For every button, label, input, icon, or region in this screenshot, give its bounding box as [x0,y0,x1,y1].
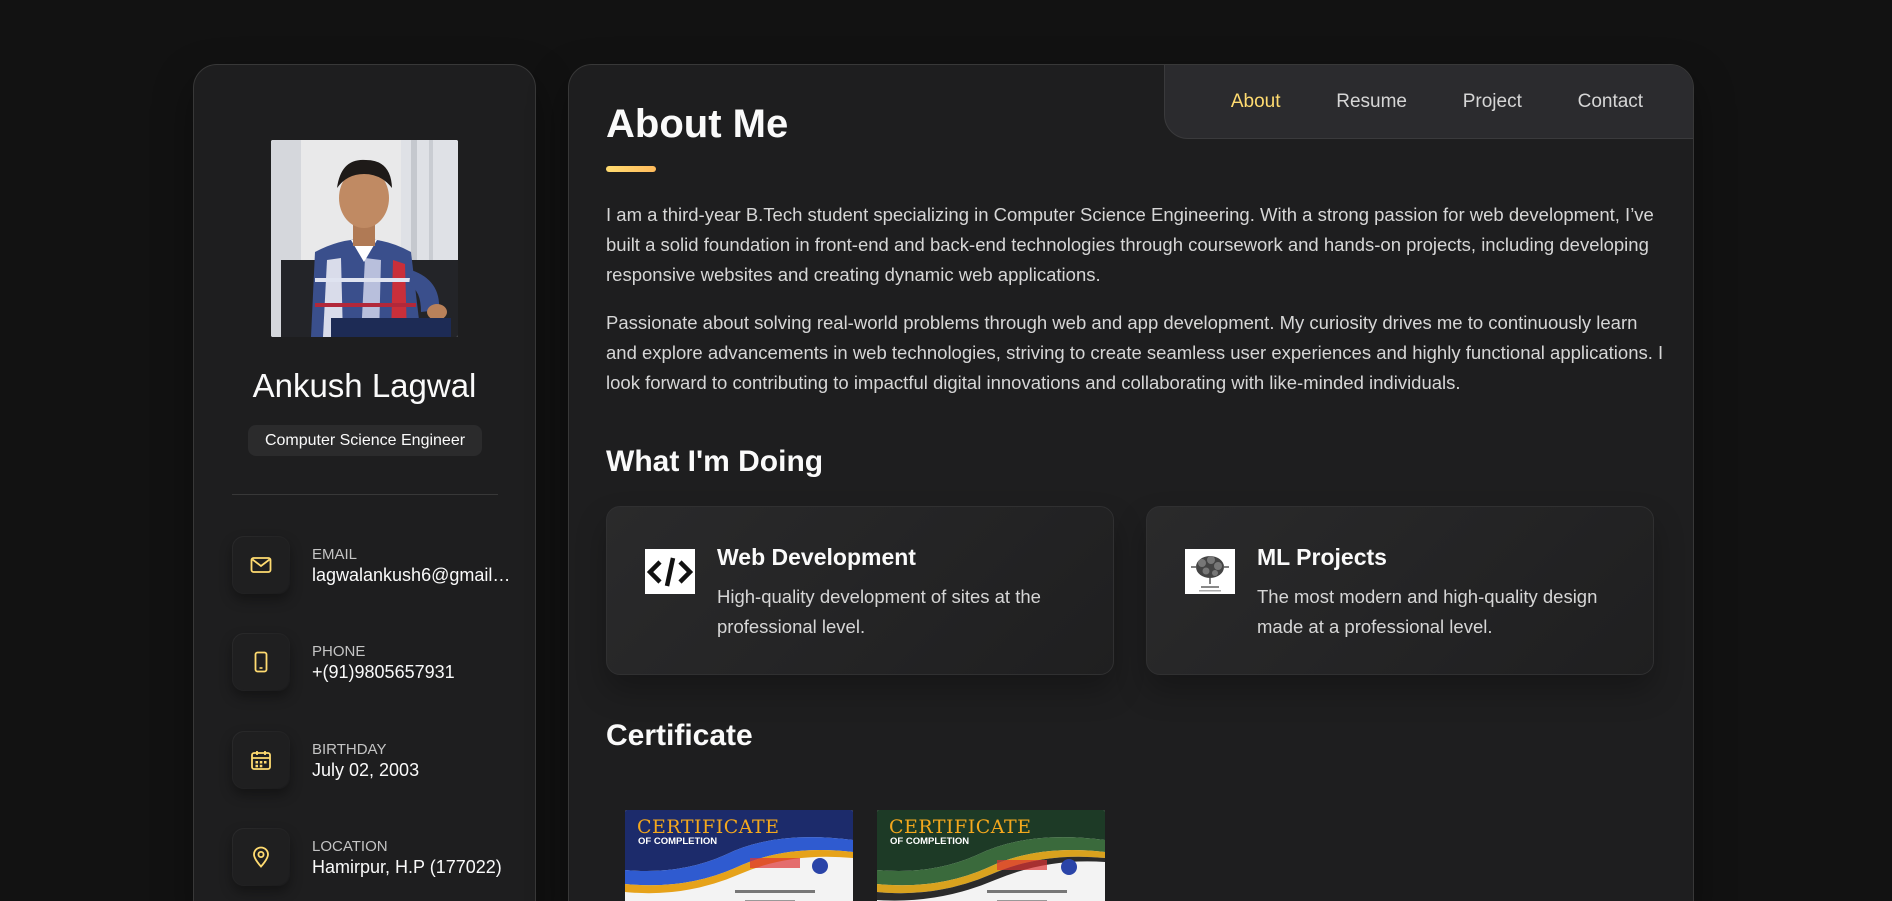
service-title: ML Projects [1257,544,1387,570]
nav-about[interactable]: About [1231,91,1281,113]
sidebar: Ankush Lagwal Computer Science Engineer … [193,64,536,901]
navbar: About Resume Project Contact [1164,65,1693,139]
about-paragraph-1: I am a third-year B.Tech student special… [606,204,1654,285]
job-title-badge: Computer Science Engineer [248,425,482,456]
service-card-ml-projects: ML Projects The most modern and high-qua… [1146,506,1654,675]
location-value: Hamirpur, H.P (177022) [312,857,502,877]
location-label: Location [312,838,388,855]
nav-project[interactable]: Project [1463,91,1522,113]
location-pin-icon [232,828,290,886]
doing-title: What I'm Doing [606,445,824,478]
phone-link[interactable]: +(91)9805657931 [312,662,512,683]
calendar-icon [232,731,290,789]
about-title: About Me [606,102,789,146]
nav-contact[interactable]: Contact [1578,91,1643,113]
contact-email: Email lagwalankush6@gmail.com [232,536,512,596]
certificate-subheading: OF COMPLETION [890,836,970,847]
email-label: Email [312,546,358,563]
birthday-label: Birthday [312,741,387,758]
certificate-subheading: OF COMPLETION [638,836,718,847]
title-underline [606,166,656,172]
birthday-value: July 02, 2003 [312,760,420,780]
avatar [271,140,458,337]
service-text: High-quality development of sites at the… [717,586,1041,637]
about-paragraph-2: Passionate about solving real-world prob… [606,312,1664,393]
main-content: About Resume Project Contact About Me I … [568,64,1694,901]
certificate-title: Certificate [606,719,753,752]
profile-name: Ankush Lagwal [252,367,477,404]
brain-icon [1185,549,1235,594]
contact-phone: Phone +(91)9805657931 [232,633,512,693]
phone-label: Phone [312,643,366,660]
certificate-image[interactable]: CERTIFICATE OF COMPLETION [625,810,853,901]
sidebar-divider [232,494,498,495]
code-icon [645,549,695,594]
service-card-web-development: Web Development High-quality development… [606,506,1114,675]
email-link[interactable]: lagwalankush6@gmail.com [312,565,512,586]
certificate-image[interactable]: CERTIFICATE OF COMPLETION [877,810,1105,901]
certificate-heading: CERTIFICATE [637,816,780,838]
contact-location: Location Hamirpur, H.P (177022) [232,828,512,888]
certificate-heading: CERTIFICATE [889,816,1032,838]
service-text: The most modern and high-quality design … [1257,586,1598,637]
service-title: Web Development [717,544,916,570]
phone-icon [232,633,290,691]
mail-icon [232,536,290,594]
nav-resume[interactable]: Resume [1336,91,1407,113]
contact-birthday: Birthday July 02, 2003 [232,731,512,791]
